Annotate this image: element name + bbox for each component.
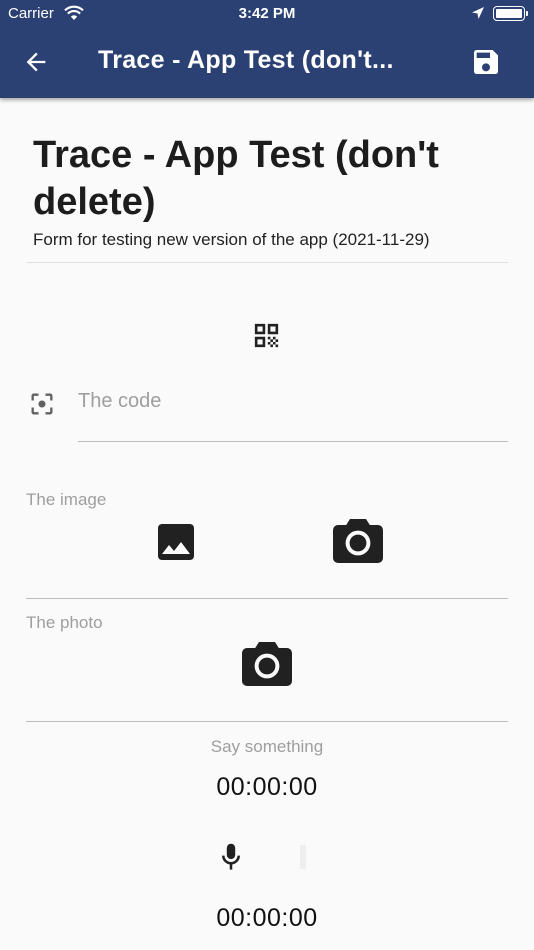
back-button[interactable] <box>22 48 50 76</box>
app-bar: Carrier 3:42 PM Trace - App Test (don't.… <box>0 0 534 98</box>
status-time: 3:42 PM <box>238 5 296 22</box>
photo-camera-button[interactable] <box>240 639 294 687</box>
status-bar: Carrier 3:42 PM <box>0 0 534 28</box>
save-button[interactable] <box>470 46 502 78</box>
image-camera-button[interactable] <box>331 516 385 564</box>
photo-field-label: The photo <box>26 613 103 632</box>
audio-field-label: Say something <box>210 737 324 756</box>
image-field-divider <box>26 598 508 599</box>
code-input[interactable]: The code <box>78 390 508 418</box>
app-bar-title: Trace - App Test (don't... <box>98 46 394 74</box>
microphone-record-button[interactable] <box>220 843 242 871</box>
code-input-underline <box>78 441 508 442</box>
image-field-label: The image <box>26 490 107 509</box>
image-gallery-button[interactable] <box>152 518 200 566</box>
location-arrow-icon <box>472 7 484 19</box>
qr-code-icon[interactable] <box>251 320 282 351</box>
scan-focus-icon <box>31 393 53 415</box>
header-divider <box>26 262 508 263</box>
audio-duration-timer: 00:00:00 <box>216 904 318 932</box>
photo-field-divider <box>26 721 508 722</box>
form-description: Form for testing new version of the app … <box>33 230 430 249</box>
audio-elapsed-timer: 00:00:00 <box>216 773 318 801</box>
audio-level-bar <box>300 845 306 869</box>
battery-icon <box>493 6 528 21</box>
form-title: Trace - App Test (don't delete) <box>33 134 439 223</box>
